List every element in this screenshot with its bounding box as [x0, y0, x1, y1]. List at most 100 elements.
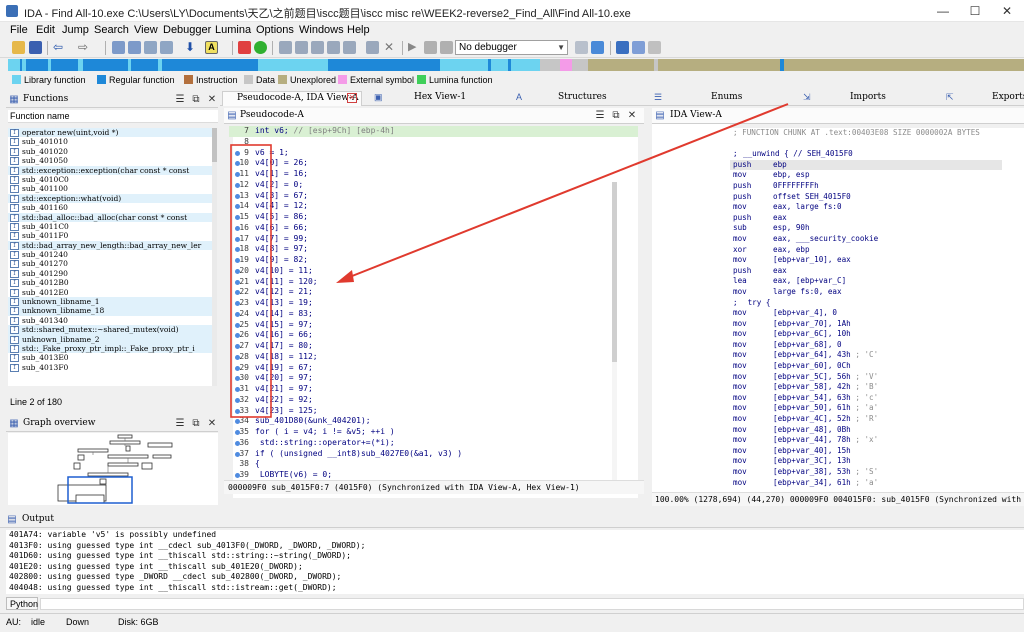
list-item[interactable]: f sub_4013E0 — [8, 353, 213, 363]
code-line[interactable]: 26 v4[16] = 66; — [233, 330, 638, 341]
list-icon[interactable] — [632, 41, 645, 54]
asm-line[interactable]: push offset SEH_4015F0 — [730, 192, 1002, 203]
code-line[interactable]: 17 v4[7] = 99; — [233, 234, 638, 245]
asm-line[interactable]: mov [ebp+var_40], 15h — [730, 446, 1002, 457]
python-command-input[interactable] — [40, 598, 1024, 610]
code-line[interactable]: 25 v4[15] = 97; — [233, 320, 638, 331]
code-line[interactable]: 29 v4[19] = 67; — [233, 363, 638, 374]
panel-float-icon[interactable]: ⧉ — [610, 109, 622, 122]
code-line[interactable]: 8 — [233, 137, 638, 148]
panel-close-icon[interactable]: ✕ — [206, 93, 218, 106]
code-line[interactable]: 23 v4[13] = 19; — [233, 298, 638, 309]
run-icon[interactable]: ▶ — [408, 41, 421, 54]
pause-icon[interactable] — [424, 41, 437, 54]
code-line[interactable]: 33 v4[23] = 125; — [233, 406, 638, 417]
code-line[interactable]: 15 v4[5] = 86; — [233, 212, 638, 223]
list-item[interactable]: f sub_401010 — [8, 137, 213, 147]
asm-line[interactable]: push 0FFFFFFFFh — [730, 181, 1002, 192]
asm-line[interactable]: ; try { — [730, 298, 1002, 309]
asm-line[interactable]: ; FUNCTION CHUNK AT .text:00403E08 SIZE … — [730, 128, 1002, 139]
asm-line[interactable]: mov [ebp+var_38], 53h ; 'S' — [730, 467, 1002, 478]
list-item[interactable]: f sub_401290 — [8, 269, 213, 278]
code-line[interactable]: 19 v4[9] = 82; — [233, 255, 638, 266]
asm-line[interactable]: mov [ebp+var_4C], 52h ; 'R' — [730, 414, 1002, 425]
list-item[interactable]: f std::_Fake_proxy_ptr_impl::_Fake_proxy_… — [8, 343, 213, 354]
code-line[interactable]: 14 v4[4] = 12; — [233, 201, 638, 212]
asm-line[interactable]: push eax — [730, 213, 1002, 224]
code-line[interactable]: 24 v4[14] = 83; — [233, 309, 638, 320]
graph-icon-5[interactable] — [343, 41, 356, 54]
code-line[interactable]: 10 v4[0] = 26; — [233, 158, 638, 169]
code-line[interactable]: 21 v4[11] = 120; — [233, 277, 638, 288]
asm-line[interactable]: xor eax, ebp — [730, 245, 1002, 256]
list-item[interactable]: f std::exception::exception(char const * … — [8, 165, 213, 175]
tab-imports[interactable]: Imports — [850, 92, 886, 102]
binary-search-icon[interactable] — [144, 41, 157, 54]
panel-menu-icon[interactable]: ☰ — [174, 93, 186, 106]
asm-line[interactable]: sub esp, 90h — [730, 223, 1002, 234]
graph-icon-4[interactable] — [327, 41, 340, 54]
table-icon[interactable] — [616, 41, 629, 54]
menu-options[interactable]: Options — [256, 24, 294, 36]
graph-icon-6[interactable] — [366, 41, 379, 54]
close-window-button[interactable]: ✕ — [992, 2, 1022, 20]
list-item[interactable]: f std::bad_alloc::bad_alloc(char const * … — [8, 212, 213, 222]
asm-line[interactable]: mov [ebp+var_64], 43h ; 'C' — [730, 350, 1002, 361]
code-line[interactable]: 22 v4[12] = 21; — [233, 287, 638, 298]
asm-line[interactable]: mov [ebp+var_60], 0Ch — [730, 361, 1002, 372]
tab-exports[interactable]: Exports — [992, 92, 1024, 102]
code-line[interactable]: 32 v4[22] = 92; — [233, 395, 638, 406]
code-line[interactable]: 20 v4[10] = 11; — [233, 266, 638, 277]
menu-help[interactable]: Help — [347, 24, 370, 36]
jump-down-icon[interactable]: ⬇ — [185, 41, 198, 54]
panel-menu-icon[interactable]: ☰ — [594, 109, 606, 122]
code-line[interactable]: 13 v4[3] = 67; — [233, 191, 638, 202]
asm-line[interactable]: mov [ebp+var_34], 61h ; 'a' — [730, 478, 1002, 489]
asm-line[interactable]: mov large fs:0, eax — [730, 287, 1002, 298]
asm-line[interactable]: mov [ebp+var_54], 63h ; 'c' — [730, 393, 1002, 404]
code-line[interactable]: 35 for ( i = v4; i != &v5; ++i ) — [233, 427, 638, 438]
asm-line[interactable]: mov eax, ___security_cookie — [730, 234, 1002, 245]
code-line[interactable]: 28 v4[18] = 112; — [233, 352, 638, 363]
list-item[interactable]: f sub_4013F0 — [8, 363, 213, 372]
code-line[interactable]: 27 v4[17] = 80; — [233, 341, 638, 352]
list-item[interactable]: f sub_4011C0 — [8, 222, 213, 231]
list-item[interactable]: f sub_401100 — [8, 184, 213, 194]
graph-icon-1[interactable] — [279, 41, 292, 54]
code-line[interactable]: 18 v4[8] = 97; — [233, 244, 638, 255]
code-line[interactable]: 9 v6 = 1; — [233, 148, 638, 159]
asm-line[interactable]: mov [ebp+var_5C], 56h ; 'V' — [730, 372, 1002, 383]
asm-line[interactable]: mov [ebp+var_50], 61h ; 'a' — [730, 403, 1002, 414]
asm-line[interactable]: mov [ebp+var_3C], 13h — [730, 456, 1002, 467]
list-item[interactable]: f sub_401020 — [8, 147, 213, 156]
text-search-icon[interactable] — [160, 41, 173, 54]
tab-hex-view[interactable]: Hex View-1 — [414, 92, 466, 102]
graph-overview-canvas[interactable] — [8, 433, 218, 505]
panel-float-icon[interactable]: ⧉ — [190, 417, 202, 430]
asm-line[interactable]: mov [ebp+var_4], 0 — [730, 308, 1002, 319]
graph-icon-3[interactable] — [311, 41, 324, 54]
list-item[interactable]: f sub_401160 — [8, 203, 213, 213]
python-tab-button[interactable]: Python — [6, 597, 38, 610]
menu-edit[interactable]: Edit — [36, 24, 55, 36]
tab-enums[interactable]: Enums — [711, 92, 742, 102]
code-line[interactable]: 31 v4[21] = 97; — [233, 384, 638, 395]
output-console[interactable]: 401A74: variable 'v5' is possibly undefi… — [6, 530, 1024, 594]
open-file-icon[interactable] — [12, 41, 25, 54]
menu-view[interactable]: View — [134, 24, 158, 36]
menu-search[interactable]: Search — [94, 24, 129, 36]
asm-line[interactable]: push ebp — [730, 159, 1002, 171]
panel-float-icon[interactable]: ⧉ — [190, 93, 202, 106]
editor-scrollbar[interactable] — [612, 182, 617, 482]
asm-line[interactable]: lea eax, [ebp+var_C] — [730, 276, 1002, 287]
list-item[interactable]: f unknown_libname_2 — [8, 334, 213, 344]
save-icon[interactable] — [29, 41, 42, 54]
asm-line[interactable]: mov eax, large fs:0 — [730, 202, 1002, 213]
list-item[interactable]: f sub_401050 — [8, 156, 213, 166]
menu-jump[interactable]: Jump — [62, 24, 89, 36]
forward-arrow-icon[interactable]: ⇨ — [78, 41, 91, 54]
list-item[interactable]: f operator new(uint,void *) — [8, 128, 213, 138]
close-x-icon[interactable]: ✕ — [384, 41, 397, 54]
code-line[interactable]: 11 v4[1] = 16; — [233, 169, 638, 180]
code-line[interactable]: 36 std::string::operator+=(*i); — [233, 438, 638, 449]
